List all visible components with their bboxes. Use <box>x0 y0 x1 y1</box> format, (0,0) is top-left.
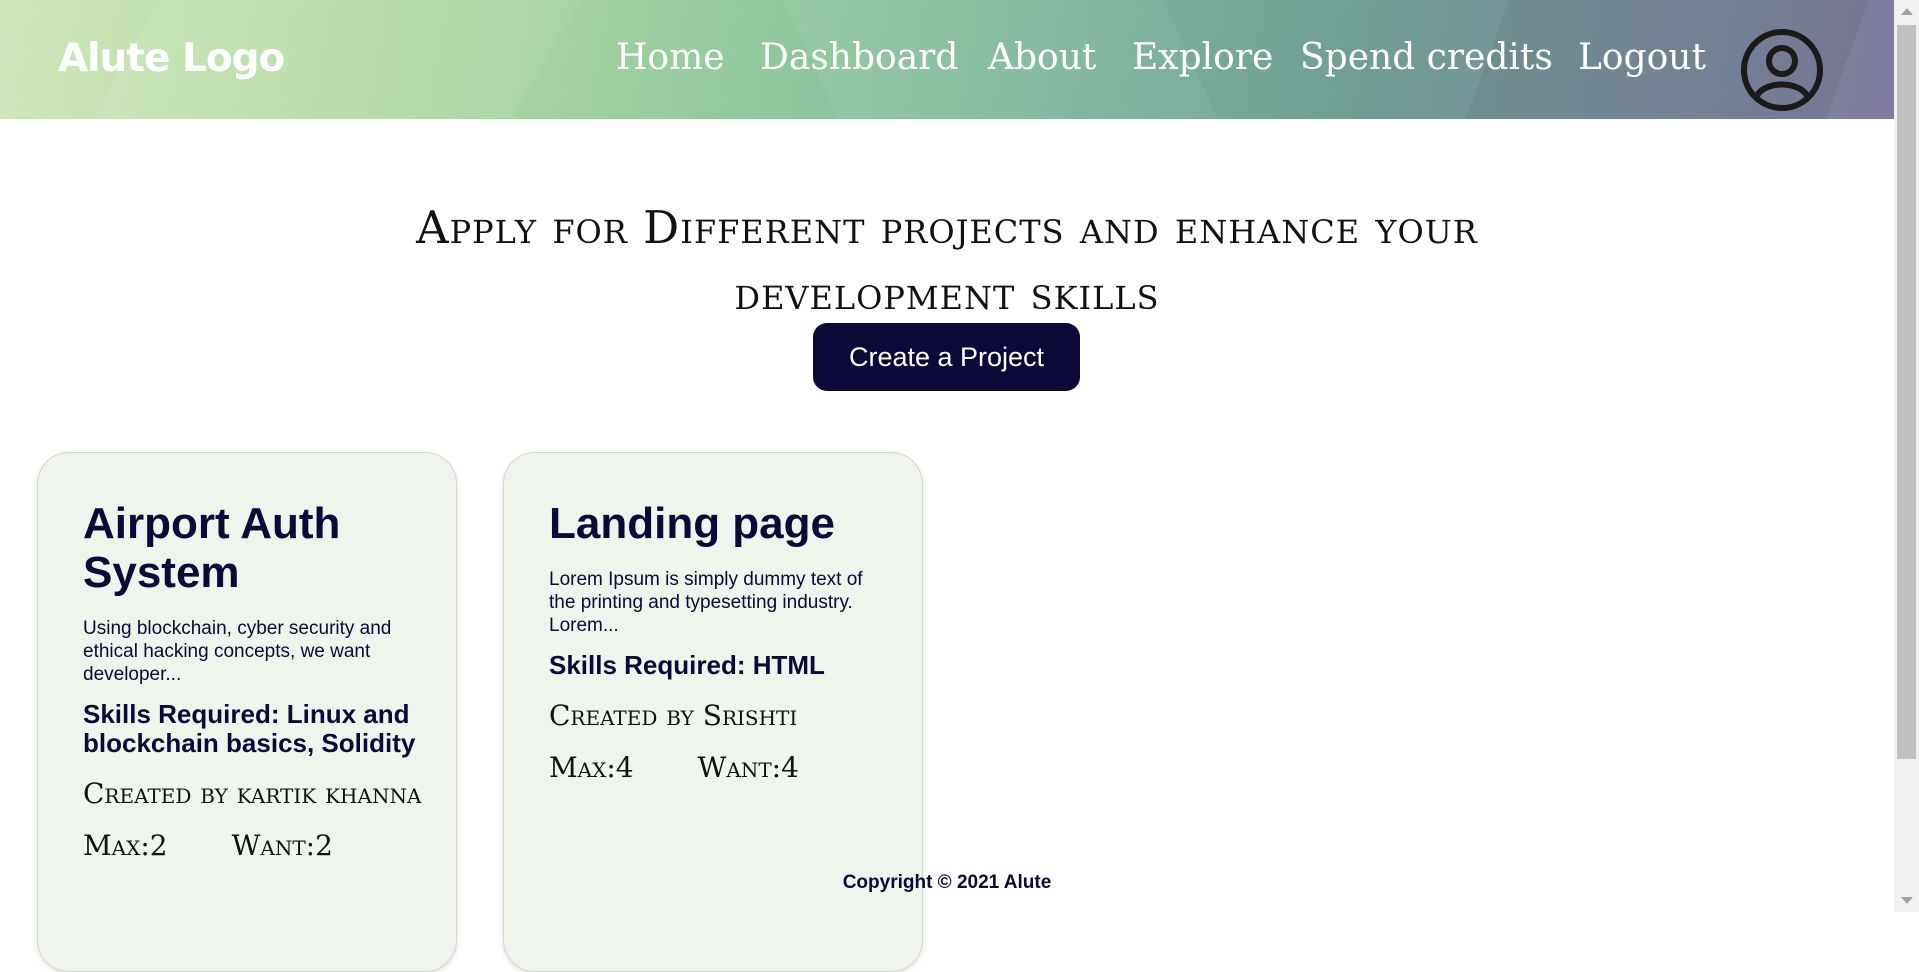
nav-home[interactable]: Home <box>616 37 725 78</box>
navbar: Alute Logo Home Dashboard About Explore … <box>0 0 1894 119</box>
project-want: Want:2 <box>231 829 333 862</box>
project-title: Landing page <box>549 499 835 548</box>
page-scrollbar[interactable] <box>1894 0 1919 912</box>
project-title: Airport Auth System <box>83 499 341 597</box>
create-project-button[interactable]: Create a Project <box>813 323 1080 391</box>
nav-explore[interactable]: Explore <box>1132 37 1273 78</box>
project-skills: Skills Required: HTML <box>549 650 825 680</box>
logo[interactable]: Alute Logo <box>58 36 285 81</box>
project-skills: Skills Required: Linux and blockchain ba… <box>83 699 416 758</box>
project-card[interactable]: Landing page Lorem Ipsum is simply dummy… <box>503 452 923 972</box>
project-card[interactable]: Airport Auth System Using blockchain, cy… <box>37 452 457 972</box>
scroll-up-arrow-icon[interactable] <box>1901 8 1913 15</box>
project-description: Using blockchain, cyber security and eth… <box>83 618 392 685</box>
scrollbar-thumb[interactable] <box>1897 25 1916 759</box>
project-max: Max:4 <box>549 751 634 784</box>
nav-about[interactable]: About <box>988 37 1096 78</box>
scroll-down-arrow-icon[interactable] <box>1901 897 1913 904</box>
nav-dashboard[interactable]: Dashboard <box>760 37 958 78</box>
project-stats: Max:4 Want:4 <box>549 750 892 786</box>
project-description: Lorem Ipsum is simply dummy text of the … <box>549 569 863 636</box>
page-headline: Apply for Different projects and enhance… <box>416 201 1478 320</box>
user-circle-icon[interactable] <box>1740 28 1824 112</box>
footer-copyright: Copyright © 2021 Alute <box>842 872 1052 893</box>
project-creator: Created by Srishti <box>549 699 798 732</box>
project-max: Max:2 <box>83 829 168 862</box>
project-want: Want:4 <box>697 751 799 784</box>
nav-logout[interactable]: Logout <box>1578 37 1706 78</box>
project-creator: Created by kartik khanna <box>83 777 422 810</box>
nav-spend-credits[interactable]: Spend credits <box>1300 37 1553 78</box>
project-stats: Max:2 Want:2 <box>83 828 426 864</box>
